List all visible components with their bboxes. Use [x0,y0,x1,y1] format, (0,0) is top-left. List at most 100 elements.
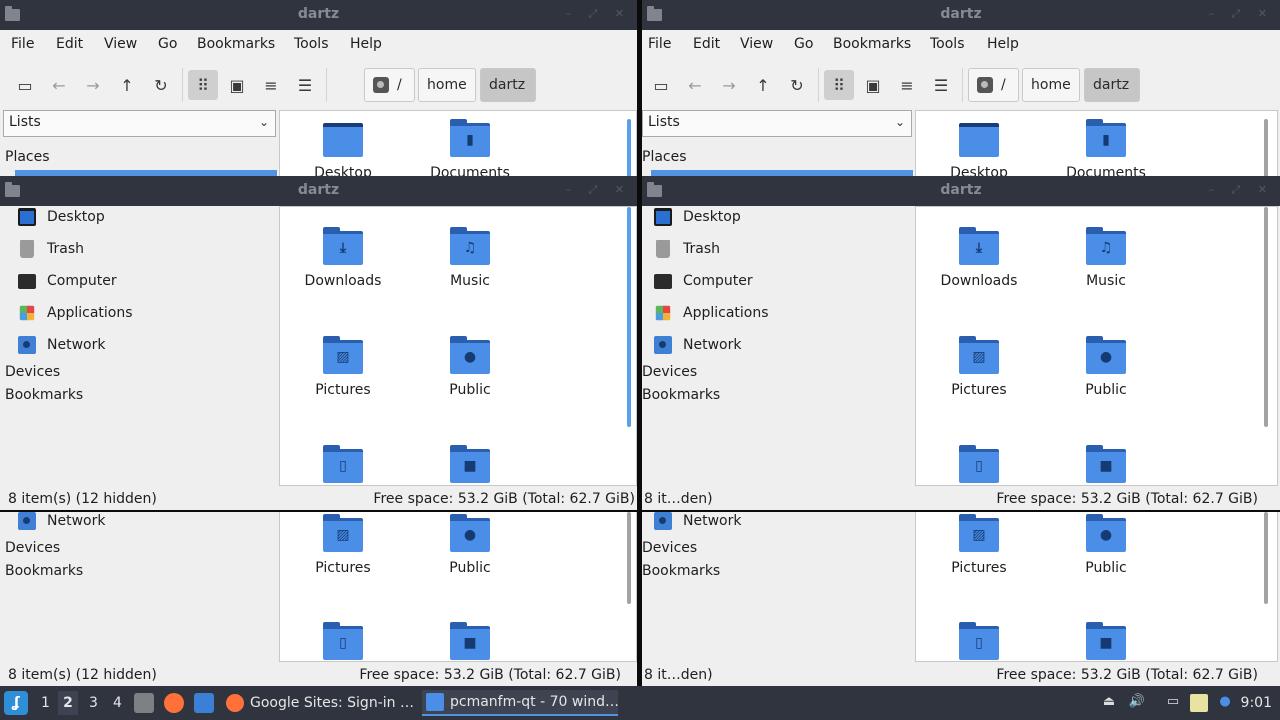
menu-go[interactable]: Go [794,36,813,52]
bookmarks-header[interactable]: Bookmarks [5,563,83,579]
workspace-3[interactable]: 3 [89,695,98,711]
path-dartz-button[interactable]: dartz [480,68,536,102]
up-arrow-icon[interactable]: ↑ [112,70,142,100]
file-item[interactable]: ⤓ Downloads [919,227,1039,289]
scrollbar[interactable] [1264,119,1268,176]
sidebar-item-applications[interactable]: Applications [18,301,133,325]
icon-view-icon[interactable]: ⠿ [188,70,218,100]
file-item[interactable]: ▯ [919,445,1039,485]
menu-edit[interactable]: Edit [56,36,83,52]
scrollbar[interactable] [627,207,631,427]
thumbnail-view-icon[interactable]: ▣ [222,70,252,100]
file-view[interactable]: ⤓ Downloads ♫ Music ▨ Pictures ● Public ▯ ■ [279,206,637,486]
sidebar-item-trash[interactable]: Trash [654,237,720,261]
file-item[interactable]: ● Public [1046,336,1166,398]
file-item[interactable]: ▨ Pictures [919,514,1039,576]
side-pane-mode-select[interactable]: Lists ⌄ [642,110,912,137]
file-item[interactable]: ▯ [919,622,1039,661]
file-item[interactable]: ● Public [410,514,530,576]
sidebar-item-applications[interactable]: Applications [654,301,769,325]
task-firefox[interactable]: Google Sites: Sign-in … [222,690,418,716]
devices-header[interactable]: Devices [5,364,60,380]
sidebar-item-network[interactable]: Network [654,333,741,357]
file-item[interactable]: ● Public [1046,514,1166,576]
menu-help[interactable]: Help [987,36,1019,52]
compact-view-icon[interactable]: ≡ [256,70,286,100]
menu-view[interactable]: View [104,36,137,52]
reload-icon[interactable]: ↻ [146,70,176,100]
menu-edit[interactable]: Edit [693,36,720,52]
window-controls[interactable]: – ⤢ ✕ [565,7,631,21]
bookmarks-header[interactable]: Bookmarks [5,387,83,403]
sidebar-item-computer[interactable]: Computer [654,269,753,293]
file-item[interactable]: ■ [410,622,530,661]
file-item[interactable]: ■ [410,445,530,485]
window-controls[interactable]: – ⤢ ✕ [1208,183,1274,197]
sidebar-item-desktop[interactable]: Desktop [654,205,741,229]
file-view[interactable]: Desktop ▮ Documents [279,110,637,176]
detailed-list-view-icon[interactable]: ☰ [926,70,956,100]
menu-go[interactable]: Go [158,36,177,52]
menu-file[interactable]: File [648,36,671,52]
file-item[interactable]: ▯ [283,622,403,661]
sidebar-item-computer[interactable]: Computer [18,269,117,293]
update-notifier-icon[interactable]: ● [1216,694,1234,712]
network-tray-icon[interactable]: ▭ [1164,694,1182,712]
scrollbar[interactable] [1264,207,1268,427]
file-view[interactable]: Desktop ▮ Documents [915,110,1278,176]
firefox-launcher-icon[interactable] [164,693,184,713]
eject-icon[interactable]: ⏏ [1100,694,1118,712]
sidebar-item-network[interactable]: Network [18,511,105,533]
sidebar-item-desktop[interactable]: Desktop [18,205,105,229]
back-arrow-icon[interactable]: ← [680,70,710,100]
detailed-list-view-icon[interactable]: ☰ [290,70,320,100]
workspace-1[interactable]: 1 [41,695,50,711]
file-item[interactable]: ● Public [410,336,530,398]
path-home-button[interactable]: home [418,68,476,102]
forward-arrow-icon[interactable]: → [78,70,108,100]
file-item[interactable]: ▨ Pictures [919,336,1039,398]
devices-header[interactable]: Devices [5,540,60,556]
devices-header[interactable]: Devices [642,540,697,556]
path-root-button[interactable]: / [968,68,1019,102]
window-controls[interactable]: – ⤢ ✕ [565,183,631,197]
menu-tools[interactable]: Tools [294,36,329,52]
workspace-4[interactable]: 4 [113,695,122,711]
file-item[interactable]: ■ [1046,622,1166,661]
scrollbar[interactable] [627,119,631,176]
path-root-button[interactable]: / [364,68,415,102]
window-titlebar[interactable]: dartz – ⤢ ✕ [642,176,1280,206]
bookmarks-header[interactable]: Bookmarks [642,387,720,403]
desktop-launcher-icon[interactable] [194,693,214,713]
sidebar-item-network[interactable]: Network [654,511,741,533]
menu-bookmarks[interactable]: Bookmarks [197,36,275,52]
clock[interactable]: 9:01 [1241,695,1272,711]
clipboard-icon[interactable] [1190,694,1208,712]
file-item[interactable]: ♫ Music [410,227,530,289]
file-view[interactable]: ⤓ Downloads ♫ Music ▨ Pictures ● Public ▯ ■ [915,206,1278,486]
file-item[interactable]: ▨ Pictures [283,336,403,398]
file-item[interactable]: ▯ [283,445,403,485]
volume-icon[interactable]: 🔊 [1128,694,1146,712]
file-item[interactable]: ▮ Documents [1046,119,1166,176]
file-item[interactable]: Desktop [283,119,403,176]
back-arrow-icon[interactable]: ← [44,70,74,100]
places-header[interactable]: Places [5,149,50,165]
devices-header[interactable]: Devices [642,364,697,380]
reload-icon[interactable]: ↻ [782,70,812,100]
new-window-icon[interactable]: ▭ [10,70,40,100]
path-home-button[interactable]: home [1022,68,1080,102]
window-titlebar[interactable]: dartz – ⤢ ✕ [642,0,1280,30]
menu-view[interactable]: View [740,36,773,52]
file-item[interactable]: ■ [1046,445,1166,485]
file-item[interactable]: ♫ Music [1046,227,1166,289]
sidebar-item-trash[interactable]: Trash [18,237,84,261]
forward-arrow-icon[interactable]: → [714,70,744,100]
window-titlebar[interactable]: dartz – ⤢ ✕ [0,0,637,30]
new-window-icon[interactable]: ▭ [646,70,676,100]
side-pane-mode-select[interactable]: Lists ⌄ [3,110,276,137]
bookmarks-header[interactable]: Bookmarks [642,563,720,579]
file-manager-launcher-icon[interactable] [134,693,154,713]
lubuntu-start-icon[interactable]: ʆ [4,691,28,715]
compact-view-icon[interactable]: ≡ [892,70,922,100]
